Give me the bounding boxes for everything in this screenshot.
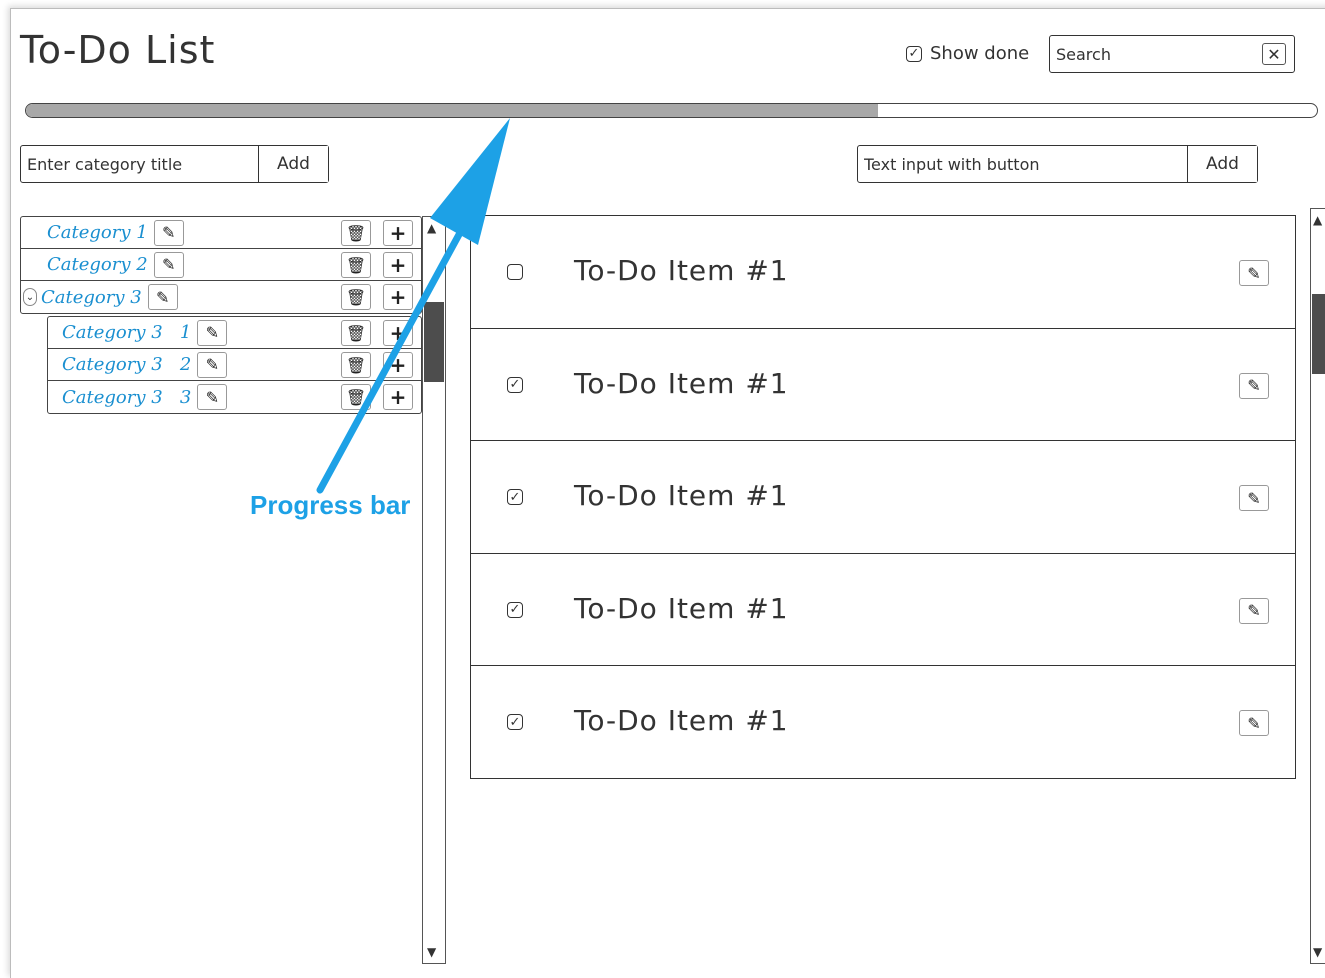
close-icon[interactable]: ✕ — [1262, 43, 1286, 65]
todo-item[interactable]: ✓ To-Do Item #1 ✎ — [471, 554, 1295, 666]
category-tree: Category 1 ✎ 🗑 + Category 2 ✎ 🗑 + ⌄ Cate… — [20, 216, 422, 414]
trash-icon[interactable]: 🗑 — [341, 352, 371, 378]
search-input[interactable] — [1056, 44, 1246, 64]
trash-icon[interactable]: 🗑 — [341, 320, 371, 346]
category-title-input[interactable] — [21, 146, 258, 182]
edit-icon[interactable]: ✎ — [197, 351, 228, 378]
todo-checkbox[interactable]: ✓ — [507, 714, 523, 730]
subcategory-row[interactable]: Category 3 3 ✎ 🗑 + — [48, 381, 421, 413]
todo-text-input[interactable] — [858, 146, 1187, 182]
chevron-down-icon[interactable]: ⌄ — [23, 288, 37, 306]
todo-item[interactable]: ✓ To-Do Item #1 ✎ — [471, 441, 1295, 554]
plus-icon[interactable]: + — [383, 252, 413, 278]
category-group: Category 1 ✎ 🗑 + Category 2 ✎ 🗑 + ⌄ Cate… — [20, 216, 422, 314]
todo-text: To-Do Item #1 — [574, 366, 789, 400]
trash-icon[interactable]: 🗑 — [341, 284, 371, 310]
subcategory-label[interactable]: Category 3 3 — [62, 387, 191, 408]
page-title: To-Do List — [20, 28, 216, 72]
plus-icon[interactable]: + — [383, 220, 413, 246]
todo-checkbox[interactable]: ✓ — [507, 376, 523, 393]
category-input-group: Add — [20, 145, 329, 183]
category-row[interactable]: Category 2 ✎ 🗑 + — [21, 249, 421, 281]
edit-icon[interactable]: ✎ — [153, 251, 184, 278]
add-todo-button[interactable]: Add — [1187, 146, 1257, 182]
todo-text: To-Do Item #1 — [574, 479, 789, 512]
scroll-thumb[interactable] — [424, 302, 444, 382]
todo-text: To-Do Item #1 — [574, 704, 789, 737]
category-label[interactable]: Category 3 — [41, 287, 142, 308]
category-row[interactable]: Category 1 ✎ 🗑 + — [21, 217, 421, 249]
category-scrollbar[interactable]: ▲ ▼ — [422, 216, 446, 964]
trash-icon[interactable]: 🗑 — [341, 384, 371, 410]
edit-icon[interactable]: ✎ — [153, 219, 184, 246]
search-box[interactable]: ✕ — [1049, 35, 1295, 73]
todo-item[interactable]: ✓ To-Do Item #1 ✎ — [471, 329, 1295, 441]
todo-checkbox[interactable]: ✓ — [507, 489, 523, 505]
edit-icon[interactable]: ✎ — [1239, 485, 1269, 511]
plus-icon[interactable]: + — [383, 352, 413, 378]
todo-text: To-Do Item #1 — [574, 254, 789, 287]
plus-icon[interactable]: + — [383, 284, 413, 310]
todo-checkbox[interactable]: ✓ — [507, 601, 523, 618]
show-done-toggle[interactable]: ✓ Show done — [906, 43, 1029, 64]
subcategory-row[interactable]: Category 3 2 ✎ 🗑 + — [48, 349, 421, 381]
todo-item[interactable]: ✓ To-Do Item #1 ✎ — [471, 666, 1295, 779]
category-label[interactable]: Category 2 — [47, 254, 148, 275]
edit-icon[interactable]: ✎ — [1239, 597, 1269, 624]
scroll-down-icon[interactable]: ▼ — [1313, 945, 1322, 959]
scroll-up-icon[interactable]: ▲ — [427, 221, 436, 235]
subcategory-label[interactable]: Category 3 2 — [62, 354, 191, 375]
trash-icon[interactable]: 🗑 — [341, 220, 371, 246]
todo-text: To-Do Item #1 — [574, 591, 789, 625]
annotation-label: Progress bar — [250, 490, 411, 520]
edit-icon[interactable]: ✎ — [1239, 260, 1269, 286]
todo-scrollbar[interactable]: ▲ ▼ — [1310, 208, 1325, 964]
category-label[interactable]: Category 1 — [47, 222, 148, 243]
edit-icon[interactable]: ✎ — [197, 384, 228, 410]
category-row[interactable]: ⌄ Category 3 ✎ 🗑 + — [21, 281, 421, 313]
add-category-button[interactable]: Add — [258, 146, 328, 182]
scroll-down-icon[interactable]: ▼ — [427, 945, 436, 959]
plus-icon[interactable]: + — [383, 384, 413, 410]
subcategory-row[interactable]: Category 3 1 ✎ 🗑 + — [48, 317, 421, 349]
todo-item[interactable]: To-Do Item #1 ✎ — [471, 216, 1295, 329]
progress-bar — [25, 103, 1318, 118]
plus-icon[interactable]: + — [383, 320, 413, 346]
subcategory-label[interactable]: Category 3 1 — [62, 322, 191, 343]
todo-checkbox[interactable] — [507, 264, 523, 280]
edit-icon[interactable]: ✎ — [197, 319, 228, 346]
edit-icon[interactable]: ✎ — [1239, 710, 1269, 736]
edit-icon[interactable]: ✎ — [147, 284, 178, 310]
subcategory-group: Category 3 1 ✎ 🗑 + Category 3 2 ✎ 🗑 + Ca… — [47, 316, 422, 414]
edit-icon[interactable]: ✎ — [1239, 372, 1269, 399]
show-done-checkbox[interactable]: ✓ — [906, 45, 922, 62]
trash-icon[interactable]: 🗑 — [341, 252, 371, 278]
todo-list: To-Do Item #1 ✎ ✓ To-Do Item #1 ✎ ✓ To-D… — [470, 215, 1296, 779]
scroll-up-icon[interactable]: ▲ — [1313, 213, 1322, 227]
scroll-thumb[interactable] — [1312, 294, 1325, 374]
todo-input-group: Add — [857, 145, 1258, 183]
progress-fill — [26, 104, 879, 117]
show-done-label: Show done — [930, 43, 1030, 64]
